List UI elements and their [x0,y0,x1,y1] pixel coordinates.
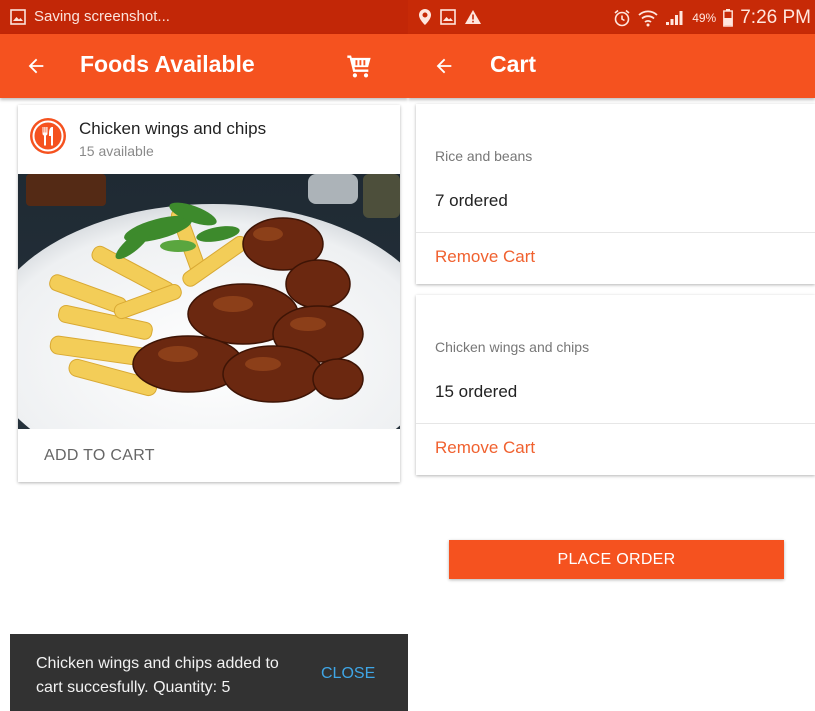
foods-available-screen: Saving screenshot... Foods Available Chi… [0,0,408,711]
food-availability: 15 available [79,143,154,159]
app-bar: Foods Available [0,34,408,98]
cart-item-name: Chicken wings and chips [435,339,590,355]
food-name: Chicken wings and chips [79,119,267,138]
divider [416,232,815,233]
cart-screen: 49% 7:26 PM Cart Rice and beans 7 ordere… [408,0,815,711]
snackbar-message: Chicken wings and chips added to cart su… [36,655,279,696]
remove-cart-button[interactable]: Remove Cart [435,247,535,267]
cart-item-quantity: 15 ordered [435,382,518,401]
cart-item-name: Rice and beans [435,148,533,164]
status-bar: 49% 7:26 PM [408,0,815,34]
status-time: 7:26 PM [740,7,811,28]
app-bar: Cart [408,34,815,98]
snackbar-close-button[interactable]: CLOSE [321,665,375,683]
cart-icon[interactable] [345,52,373,80]
snackbar: Chicken wings and chips added to cart su… [10,634,408,711]
status-bar: Saving screenshot... [0,0,408,34]
cart-item-card: Chicken wings and chips 15 ordered Remov… [416,295,815,475]
add-to-cart-button[interactable]: ADD TO CART [44,447,155,465]
page-title: Cart [490,51,537,77]
page-title: Foods Available [80,51,255,77]
warning-icon [465,10,481,24]
divider [416,423,815,424]
place-order-button[interactable]: PLACE ORDER [449,540,784,579]
cart-item-card: Rice and beans 7 ordered Remove Cart [416,104,815,284]
screenshot-icon [440,9,456,25]
alarm-icon [614,9,630,27]
arrow-left-icon[interactable] [428,50,460,82]
restaurant-icon [30,118,66,154]
battery-percent: 49% [692,11,717,25]
status-notification-text: Saving screenshot... [34,8,170,25]
wifi-icon [638,10,658,27]
screenshot-icon [10,8,26,25]
food-image [18,174,400,429]
remove-cart-button[interactable]: Remove Cart [435,438,535,458]
arrow-left-icon[interactable] [20,50,52,82]
battery-icon [723,9,734,27]
location-icon [419,9,431,25]
food-card: Chicken wings and chips 15 available ADD… [18,105,400,482]
signal-icon [666,11,683,25]
cart-item-quantity: 7 ordered [435,191,508,210]
